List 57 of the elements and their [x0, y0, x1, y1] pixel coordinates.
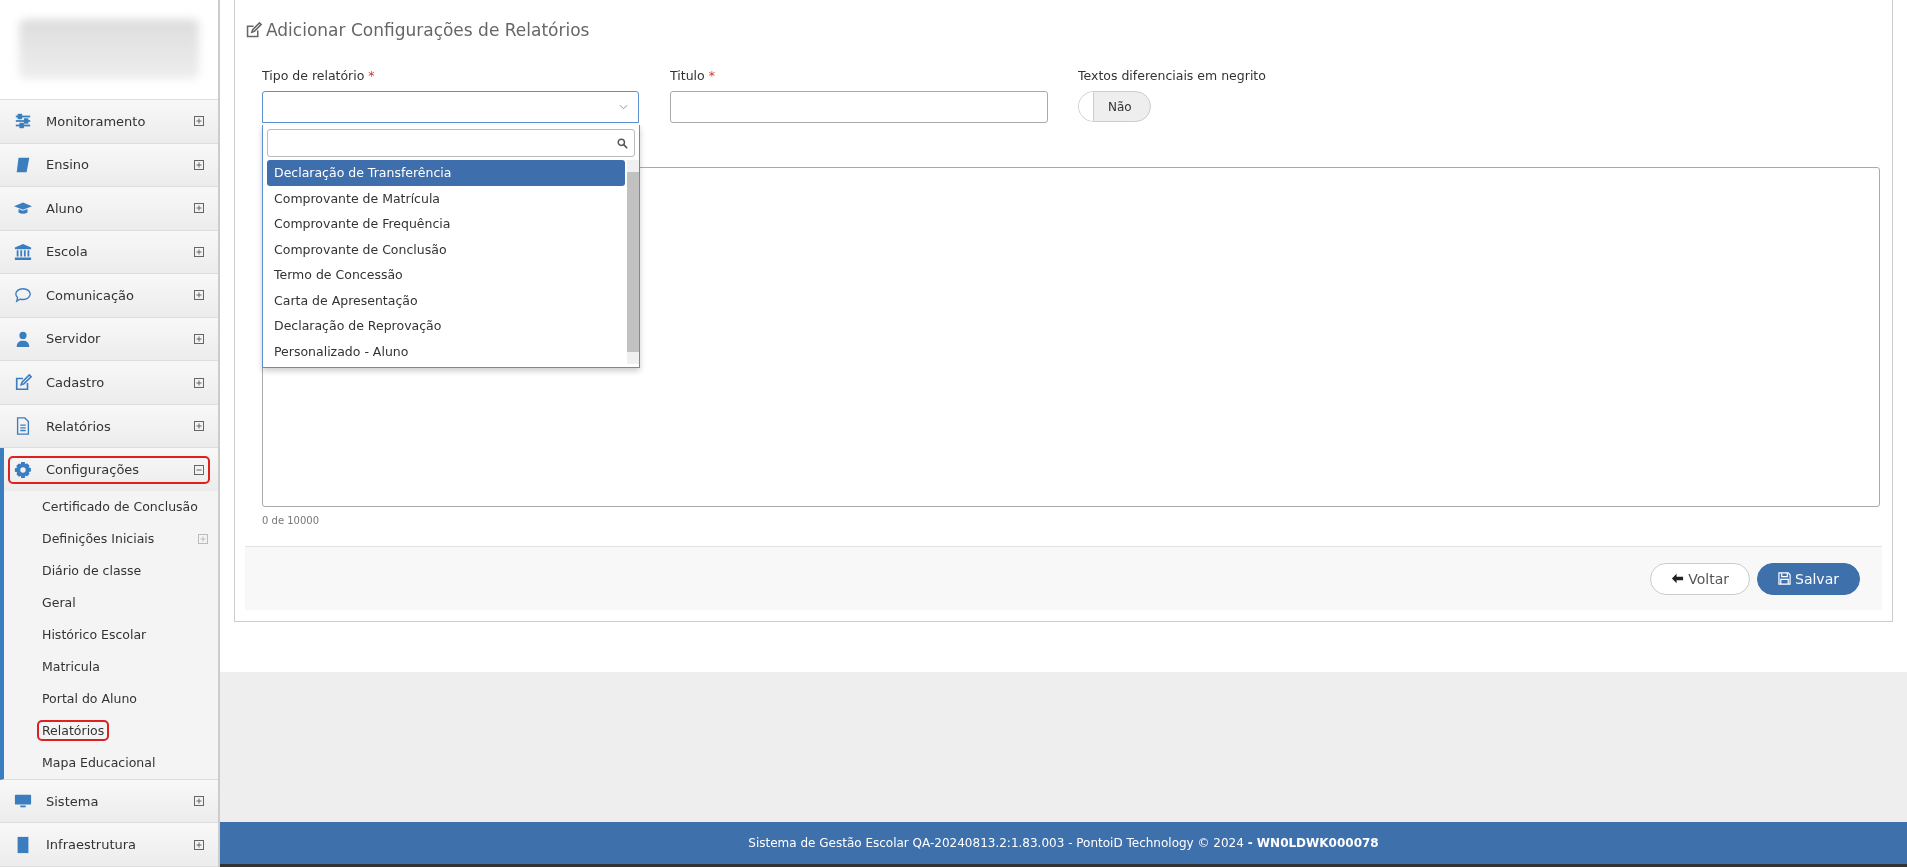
footer-text: Sistema de Gestão Escolar QA-20240813.2:1.83.003 - PontoiD Technology © 2024 - WN0LDWK000078 [748, 836, 1379, 850]
edit-icon [245, 21, 262, 39]
menu-item[interactable]: Cadastro [0, 361, 218, 405]
menu-item[interactable]: Monitoramento [0, 99, 218, 144]
submenu-item[interactable]: Histórico Escolar [37, 624, 152, 646]
report-type-select[interactable] [262, 91, 639, 123]
arrow-left-icon [1671, 572, 1685, 585]
expand-icon[interactable] [194, 377, 204, 388]
collapse-icon[interactable] [194, 464, 204, 475]
dropdown-option[interactable]: Comprovante de Matrícula [267, 185, 625, 211]
submenu-item[interactable]: Relatórios [37, 720, 110, 742]
field-label: Titulo [670, 68, 705, 83]
menu-item[interactable]: Ensino [0, 143, 218, 188]
submenu-item[interactable]: Definições Iniciais [37, 528, 160, 550]
menu-item[interactable]: Infraestrutura [0, 823, 218, 867]
menu-item[interactable]: Configurações [0, 448, 218, 491]
menu-item[interactable]: Relatórios [0, 404, 218, 449]
toggle-switch[interactable]: Não [1078, 91, 1151, 122]
search-icon [617, 137, 628, 149]
dropdown-option[interactable]: Termo de Concessão [267, 262, 625, 288]
expand-icon[interactable] [194, 333, 204, 344]
menu-item[interactable]: Sistema [0, 779, 218, 824]
submenu-item[interactable]: Diário de classe [37, 560, 147, 582]
back-button[interactable]: Voltar [1650, 562, 1750, 595]
dropdown-option[interactable]: Personalizado - Aluno [267, 338, 625, 364]
expand-icon[interactable] [194, 203, 204, 214]
submenu-item[interactable]: Matricula [37, 656, 105, 678]
dropdown-option[interactable]: Comprovante de Conclusão [267, 236, 625, 262]
title-input[interactable] [670, 91, 1048, 123]
expand-icon[interactable] [194, 839, 204, 850]
chevron-down-icon [619, 104, 628, 110]
expand-icon[interactable] [194, 796, 204, 807]
submenu-item[interactable]: Portal do Aluno [37, 688, 142, 710]
character-counter: 0 de 10000 [262, 515, 321, 526]
submenu-item[interactable]: Certificado de Conclusão [37, 496, 203, 518]
save-button[interactable]: Salvar [1757, 562, 1860, 595]
dropdown-option[interactable]: Declaração de Reprovação [267, 313, 625, 339]
submenu-item[interactable]: Geral [37, 592, 81, 614]
required-mark: * [708, 68, 715, 83]
dropdown-option[interactable]: Declaração de Transferência [267, 160, 625, 186]
search-field[interactable] [267, 129, 635, 157]
expand-icon[interactable] [194, 421, 204, 432]
required-mark: * [368, 68, 375, 83]
expand-icon[interactable] [194, 159, 204, 170]
menu-item[interactable]: Escola [0, 230, 218, 275]
expand-icon[interactable] [194, 246, 204, 257]
expand-icon[interactable] [194, 116, 204, 127]
dropdown-option[interactable]: Comprovante de Frequência [267, 211, 625, 237]
menu-item[interactable]: Comunicação [0, 274, 218, 318]
submenu-item[interactable]: Mapa Educacional [37, 752, 161, 774]
menu-item[interactable]: Aluno [0, 187, 218, 231]
expand-icon[interactable] [194, 290, 204, 301]
menu-item[interactable]: Servidor [0, 317, 218, 362]
dropdown-option[interactable]: Carta de Apresentação [267, 287, 625, 313]
field-label: Tipo de relatório [262, 68, 365, 83]
form-title: Adicionar Configurações de Relatórios [266, 20, 590, 40]
field-label: Textos diferenciais em negrito [1078, 68, 1266, 83]
